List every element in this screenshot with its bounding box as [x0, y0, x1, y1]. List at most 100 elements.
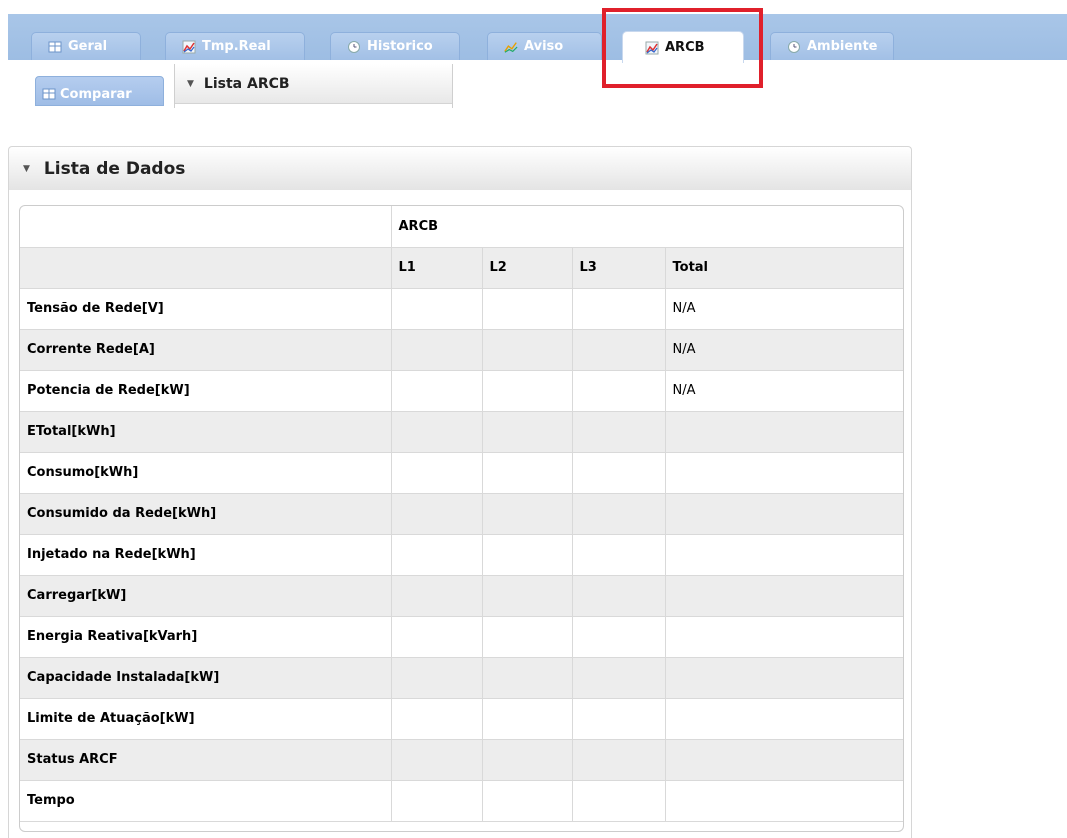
table-row: Capacidade Instalada[kW]: [20, 657, 903, 699]
row-label: Corrente Rede[A]: [20, 329, 392, 371]
cell-l3: [572, 657, 666, 699]
tab-label: Historico: [367, 39, 433, 54]
cell-total: [665, 493, 903, 535]
cell-l3: [572, 452, 666, 494]
cell-total: [665, 534, 903, 576]
cell-l2: [482, 780, 573, 822]
collapse-triangle-icon: ▼: [23, 163, 30, 174]
cell-l2: [482, 575, 573, 617]
cell-l3: [572, 575, 666, 617]
collapse-triangle-icon: ▼: [187, 78, 194, 89]
cell-l2: [482, 411, 573, 453]
row-label: Limite de Atuação[kW]: [20, 698, 392, 740]
cell-l2: [482, 698, 573, 740]
lista-arcb-panel: ▼ Lista ARCB: [174, 64, 453, 108]
row-label: Capacidade Instalada[kW]: [20, 657, 392, 699]
tab-historico[interactable]: Historico: [330, 32, 460, 60]
table-row: Injetado na Rede[kWh]: [20, 534, 903, 576]
table-corner: [20, 247, 392, 289]
grid-icon: [42, 87, 56, 101]
tab-arcb[interactable]: ARCB: [622, 31, 744, 63]
table-row: Consumido da Rede[kWh]: [20, 493, 903, 535]
cell-l1: [391, 411, 483, 453]
cell-total: [665, 616, 903, 658]
cell-l2: [482, 329, 573, 371]
tab-aviso[interactable]: Aviso: [487, 32, 602, 60]
cell-l2: [482, 616, 573, 658]
row-label: Potencia de Rede[kW]: [20, 370, 392, 412]
cell-l1: [391, 452, 483, 494]
cell-total: [665, 411, 903, 453]
table-row: Consumo[kWh]: [20, 452, 903, 494]
row-label: Consumido da Rede[kWh]: [20, 493, 392, 535]
cell-l3: [572, 780, 666, 822]
cell-l3: [572, 616, 666, 658]
lista-dados-header[interactable]: ▼ Lista de Dados: [8, 146, 912, 190]
tab-label: Ambiente: [807, 39, 878, 54]
tab-ambiente[interactable]: Ambiente: [770, 32, 894, 60]
table-row: Status ARCF: [20, 739, 903, 781]
cell-l3: [572, 493, 666, 535]
table-row: Carregar[kW]: [20, 575, 903, 617]
table-row: Corrente Rede[A] N/A: [20, 329, 903, 371]
cell-total: N/A: [665, 329, 903, 371]
cell-l1: [391, 616, 483, 658]
cell-l3: [572, 698, 666, 740]
cell-l3: [572, 739, 666, 781]
table-corner: [20, 206, 392, 248]
column-header-l1: L1: [391, 247, 483, 289]
cell-l2: [482, 370, 573, 412]
cell-l1: [391, 575, 483, 617]
cell-total: N/A: [665, 370, 903, 412]
cell-l1: [391, 493, 483, 535]
tab-tmp-real[interactable]: Tmp.Real: [165, 32, 305, 60]
cell-l1: [391, 657, 483, 699]
cell-l1: [391, 329, 483, 371]
warning-chart-icon: [504, 40, 518, 54]
table-row: ETotal[kWh]: [20, 411, 903, 453]
grid-icon: [48, 40, 62, 54]
tab-label: Geral: [68, 39, 108, 54]
tab-label: Aviso: [524, 39, 564, 54]
subtab-label: Comparar: [60, 86, 132, 102]
tab-geral[interactable]: Geral: [31, 32, 141, 60]
row-label: Tensão de Rede[V]: [20, 288, 392, 330]
row-label: Consumo[kWh]: [20, 452, 392, 494]
cell-total: [665, 698, 903, 740]
chart-icon: [645, 41, 659, 55]
cell-total: [665, 452, 903, 494]
tab-comparar[interactable]: Comparar: [35, 76, 164, 106]
cell-l1: [391, 739, 483, 781]
cell-total: N/A: [665, 288, 903, 330]
table-row: Tensão de Rede[V] N/A: [20, 288, 903, 330]
cell-l3: [572, 411, 666, 453]
row-label: Status ARCF: [20, 739, 392, 781]
cell-total: [665, 780, 903, 822]
cell-l1: [391, 780, 483, 822]
lista-arcb-header[interactable]: ▼ Lista ARCB: [175, 64, 452, 104]
table-row: Energia Reativa[kVarh]: [20, 616, 903, 658]
cell-l1: [391, 534, 483, 576]
column-header-total: Total: [665, 247, 903, 289]
row-label: Energia Reativa[kVarh]: [20, 616, 392, 658]
chart-icon: [182, 40, 196, 54]
row-label: Carregar[kW]: [20, 575, 392, 617]
data-table: ARCB L1 L2 L3 Total Tensão de Rede[V] N/…: [19, 205, 904, 832]
lista-arcb-label: Lista ARCB: [203, 75, 290, 92]
row-label: ETotal[kWh]: [20, 411, 392, 453]
clock-icon: [787, 40, 801, 54]
cell-l2: [482, 657, 573, 699]
table-row: Limite de Atuação[kW]: [20, 698, 903, 740]
row-label: Tempo: [20, 780, 392, 822]
panel-title: Lista de Dados: [43, 158, 186, 179]
cell-l3: [572, 370, 666, 412]
cell-l2: [482, 452, 573, 494]
cell-l2: [482, 493, 573, 535]
cell-l1: [391, 288, 483, 330]
cell-l2: [482, 739, 573, 781]
column-header-l3: L3: [572, 247, 666, 289]
cell-l3: [572, 534, 666, 576]
column-header-l2: L2: [482, 247, 573, 289]
cell-total: [665, 575, 903, 617]
tab-label: Tmp.Real: [202, 39, 271, 54]
